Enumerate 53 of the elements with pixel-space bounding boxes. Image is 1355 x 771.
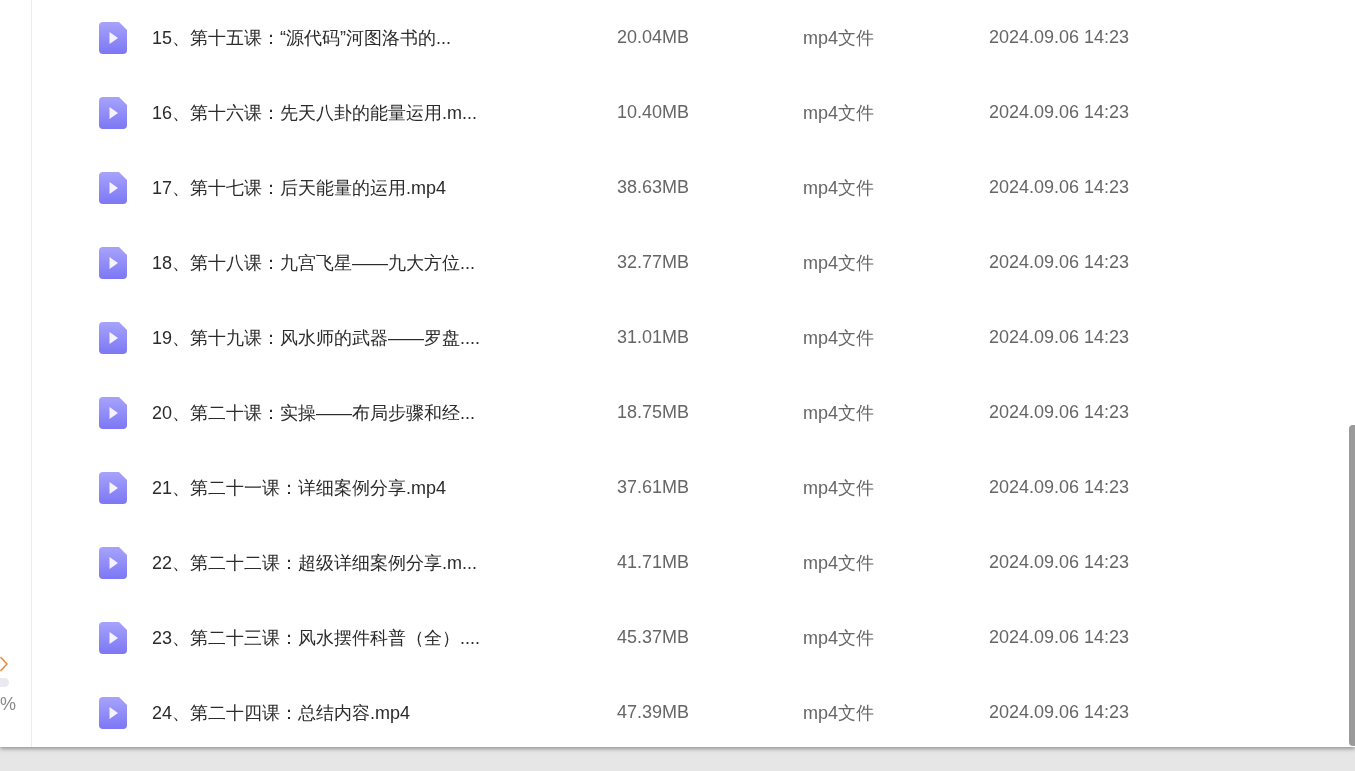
video-file-icon [99,246,127,279]
video-file-icon [99,696,127,729]
file-name[interactable]: 17、第十七课：后天能量的运用.mp4 [152,175,447,200]
modified-date: 2024.09.06 14:23 [989,477,1130,498]
video-file-icon [99,171,127,204]
file-size: 18.75MB [617,402,690,423]
file-size: 38.63MB [617,177,690,198]
file-size: 10.40MB [617,102,690,123]
file-type: mp4文件 [803,26,874,50]
file-size: 31.01MB [617,327,690,348]
file-name[interactable]: 16、第十六课：先天八卦的能量运用.m... [152,100,478,125]
file-type: mp4文件 [803,551,874,575]
file-name[interactable]: 20、第二十课：实操——布局步骤和经... [152,400,476,425]
video-file-icon [99,96,127,129]
file-size: 37.61MB [617,477,690,498]
file-size: 41.71MB [617,552,690,573]
file-name[interactable]: 19、第十九课：风水师的武器——罗盘.... [152,325,481,350]
video-file-icon [99,321,127,354]
file-name[interactable]: 24、第二十四课：总结内容.mp4 [152,700,411,725]
modified-date: 2024.09.06 14:23 [989,27,1130,48]
video-file-icon [99,21,127,54]
modified-date: 2024.09.06 14:23 [989,102,1130,123]
modified-date: 2024.09.06 14:23 [989,702,1130,723]
file-type: mp4文件 [803,326,874,350]
file-type: mp4文件 [803,101,874,125]
file-size: 32.77MB [617,252,690,273]
file-name[interactable]: 18、第十八课：九宫飞星——九大方位... [152,250,476,275]
file-size: 20.04MB [617,27,690,48]
modified-date: 2024.09.06 14:23 [989,177,1130,198]
file-type: mp4文件 [803,176,874,200]
modified-date: 2024.09.06 14:23 [989,327,1130,348]
file-name[interactable]: 15、第十五课：“源代码”河图洛书的... [152,25,451,50]
file-type: mp4文件 [803,626,874,650]
file-size: 45.37MB [617,627,690,648]
file-type: mp4文件 [803,251,874,275]
file-type: mp4文件 [803,476,874,500]
file-name[interactable]: 21、第二十一课：详细案例分享.mp4 [152,475,447,500]
modified-date: 2024.09.06 14:23 [989,552,1130,573]
scrollbar-thumb[interactable] [1349,425,1355,746]
file-size: 47.39MB [617,702,690,723]
modified-date: 2024.09.06 14:23 [989,252,1130,273]
video-file-icon [99,471,127,504]
file-type: mp4文件 [803,701,874,725]
file-name[interactable]: 22、第二十二课：超级详细案例分享.m... [152,550,478,575]
file-type: mp4文件 [803,401,874,425]
modified-date: 2024.09.06 14:23 [989,627,1130,648]
modified-date: 2024.09.06 14:23 [989,402,1130,423]
chevron-icon [0,656,8,672]
video-file-icon [99,621,127,654]
video-file-icon [99,546,127,579]
file-name[interactable]: 23、第二十三课：风水摆件科普（全）.... [152,625,481,650]
percent-text: % [0,693,16,715]
video-file-icon [99,396,127,429]
